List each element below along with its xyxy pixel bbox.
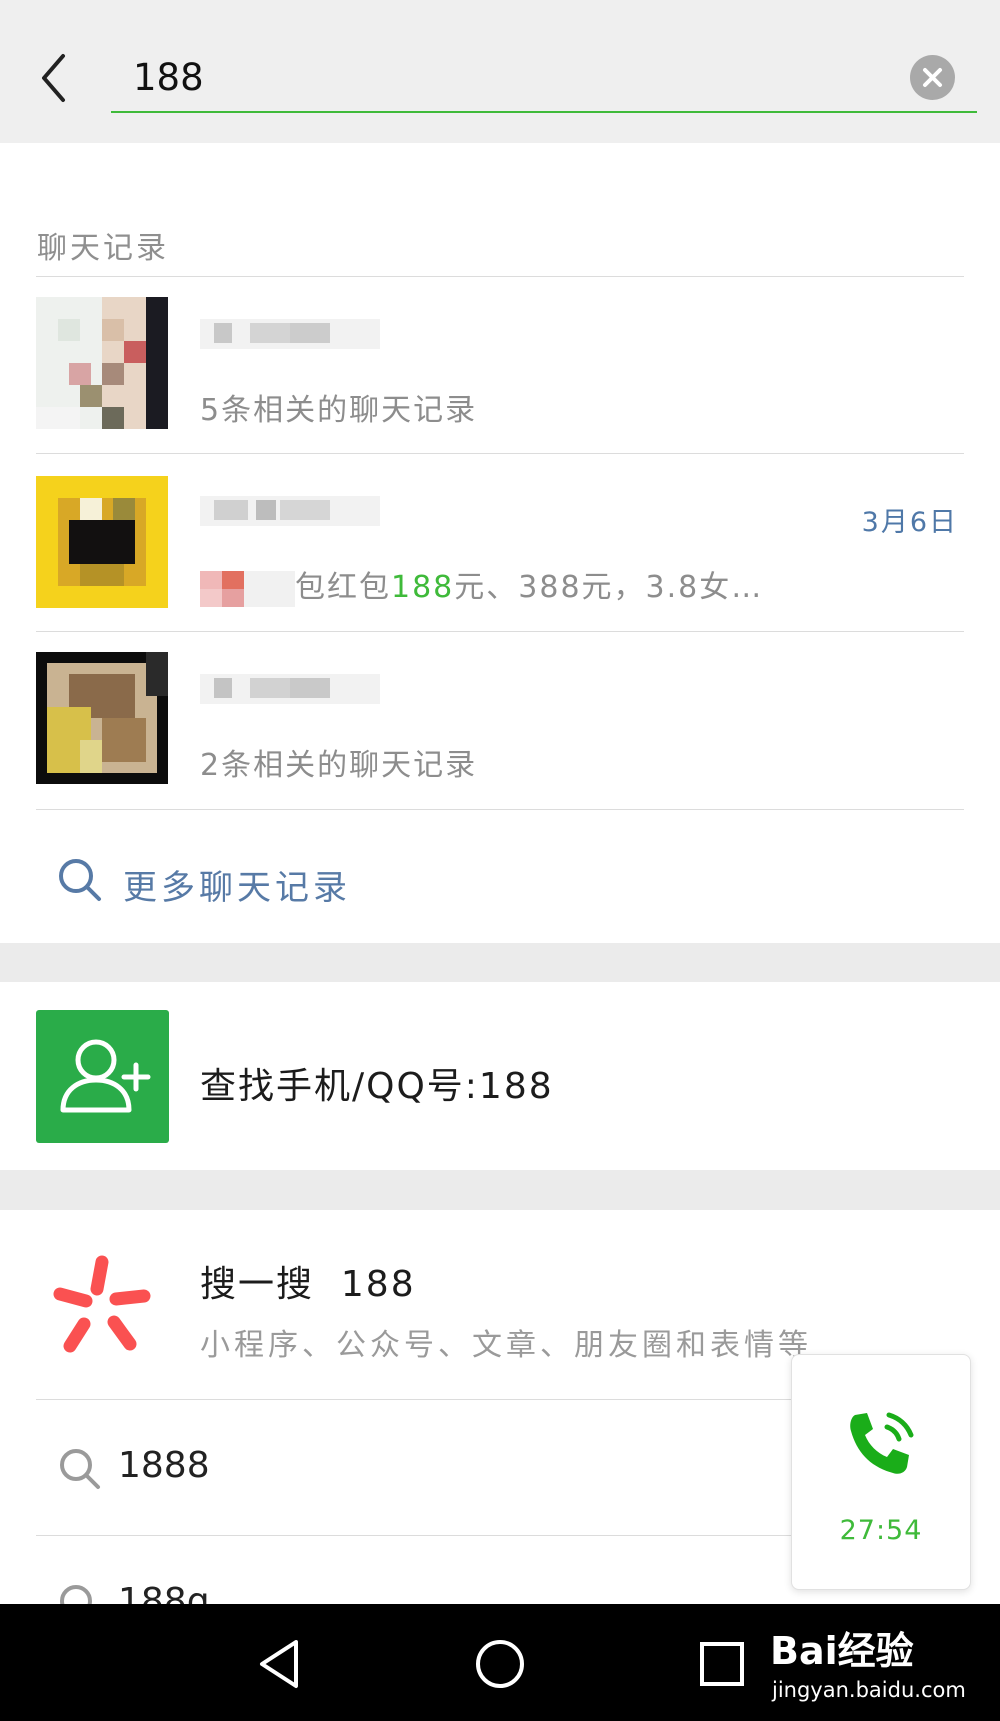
search-icon <box>60 1585 92 1604</box>
snippet-highlight: 188 <box>391 570 455 605</box>
nav-back-button[interactable] <box>252 1636 308 1692</box>
nav-back-icon <box>260 1640 298 1688</box>
search-header <box>0 0 1000 143</box>
contact-name-blurred <box>200 315 380 353</box>
find-contact-label: 查找手机/QQ号:188 <box>200 1066 554 1107</box>
search-input[interactable] <box>133 50 873 104</box>
back-arrow-icon <box>42 54 65 102</box>
section-title-chat-records: 聊天记录 <box>37 231 169 266</box>
message-date: 3月6日 <box>861 507 958 538</box>
nav-recents-button[interactable] <box>694 1636 750 1692</box>
nav-recents-icon <box>700 1642 744 1686</box>
watermark-url: jingyan.baidu.com <box>772 1678 966 1702</box>
blurred-snippet-prefix <box>200 570 295 607</box>
sousou-title: 搜一搜 188 <box>200 1264 416 1305</box>
avatar <box>36 476 168 608</box>
search-icon <box>60 1449 100 1489</box>
nav-home-button[interactable] <box>472 1636 528 1692</box>
call-duration: 27:54 <box>839 1515 923 1546</box>
message-snippet: 包红包188元、388元，3.8女… <box>200 562 763 609</box>
add-contact-icon-box <box>36 1010 169 1143</box>
suggestion-text: 1888 <box>118 1445 210 1486</box>
contact-name-blurred <box>200 670 380 708</box>
chat-result-row[interactable]: 2条相关的聊天记录 <box>0 632 1000 808</box>
snippet-prefix: 包红包 <box>295 570 391 605</box>
match-count: 2条相关的聊天记录 <box>200 748 478 783</box>
nav-home-icon <box>476 1640 524 1688</box>
section-gap <box>0 1170 1000 1210</box>
find-contact-row[interactable]: 查找手机/QQ号:188 <box>0 982 1000 1170</box>
more-chat-records-label: 更多聊天记录 <box>123 868 351 908</box>
avatar <box>36 652 168 784</box>
phone-icon <box>850 1412 914 1474</box>
clear-icon <box>923 68 942 87</box>
search-icon <box>59 859 101 901</box>
match-count: 5条相关的聊天记录 <box>200 393 478 428</box>
section-gap <box>0 943 1000 982</box>
more-chat-records-link[interactable]: 更多聊天记录 <box>0 812 1000 942</box>
back-button[interactable] <box>36 50 76 106</box>
chat-result-row[interactable]: 5条相关的聊天记录 <box>0 277 1000 453</box>
sousou-subtitle: 小程序、公众号、文章、朋友圈和表情等 <box>200 1328 812 1363</box>
watermark-brand: Bai经验 <box>770 1629 914 1673</box>
snippet-suffix: 元、388元，3.8女… <box>454 570 764 605</box>
chat-result-row[interactable]: 3月6日 包红包188元、388元，3.8女… <box>0 454 1000 630</box>
sousou-icon <box>53 1255 151 1353</box>
suggestion-text: 188q <box>118 1581 210 1604</box>
clear-search-button[interactable] <box>910 55 955 100</box>
floating-call-window[interactable]: 27:54 <box>791 1354 971 1590</box>
avatar <box>36 297 168 429</box>
baidu-jingyan-watermark: Bai经验 jingyan.baidu.com <box>760 1620 980 1720</box>
add-contact-icon <box>60 1039 151 1113</box>
contact-name-blurred <box>200 492 380 530</box>
divider <box>36 809 964 810</box>
search-underline <box>111 111 977 113</box>
